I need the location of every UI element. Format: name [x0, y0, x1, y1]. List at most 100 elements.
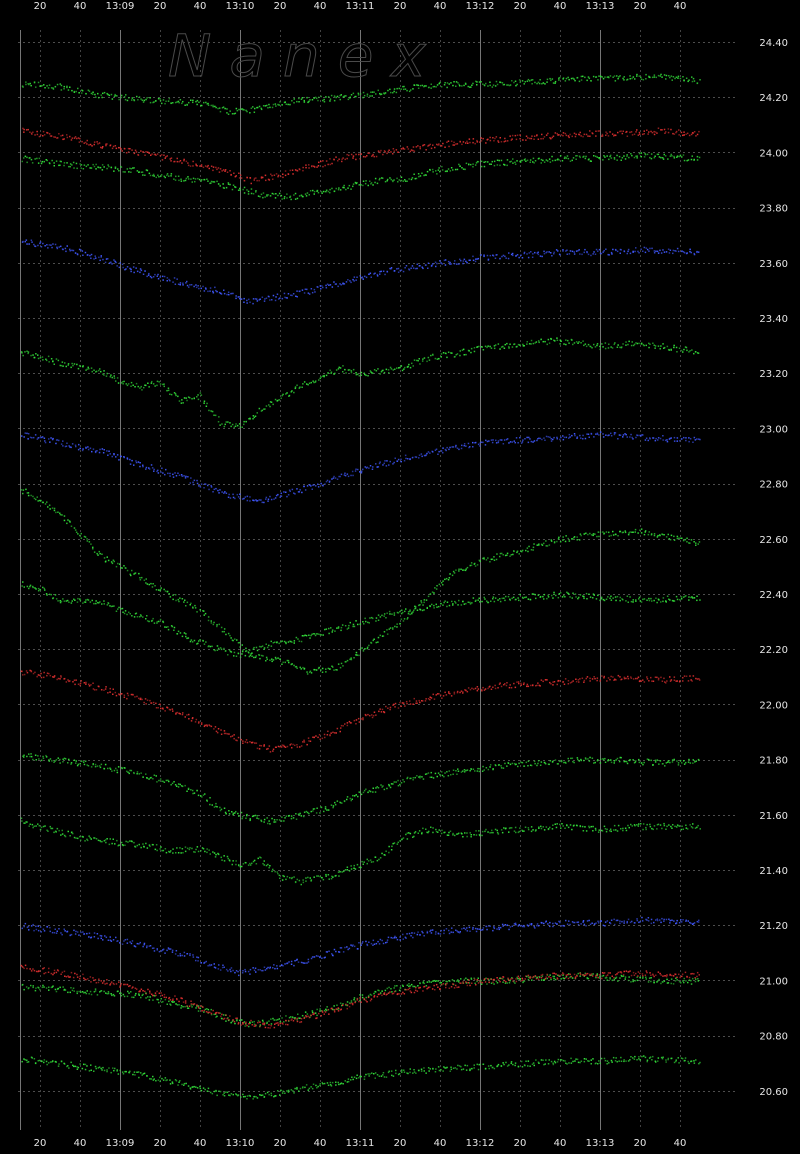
data-point — [364, 372, 366, 374]
data-point — [110, 769, 112, 771]
data-point — [431, 981, 433, 983]
data-point — [547, 595, 549, 597]
data-point — [361, 372, 363, 374]
data-point — [380, 784, 382, 786]
data-point — [432, 171, 434, 173]
data-point — [257, 650, 259, 652]
data-point — [502, 346, 504, 348]
data-point — [691, 539, 693, 541]
data-point — [617, 344, 619, 346]
data-point — [196, 287, 198, 289]
data-point — [534, 1065, 536, 1067]
data-point — [631, 601, 633, 603]
data-point — [451, 167, 453, 169]
data-point — [81, 533, 83, 535]
data-point — [648, 981, 650, 983]
data-point — [432, 591, 434, 593]
data-point — [31, 241, 33, 243]
data-point — [255, 657, 256, 659]
data-point — [364, 95, 366, 97]
data-point — [688, 761, 690, 763]
data-point — [70, 763, 72, 765]
data-point — [205, 102, 207, 104]
data-point — [433, 592, 435, 594]
data-point — [164, 782, 166, 784]
data-point — [66, 523, 68, 525]
data-point — [266, 657, 268, 659]
data-point — [472, 83, 474, 85]
data-point — [546, 436, 548, 438]
data-point — [229, 860, 231, 862]
data-point — [610, 596, 612, 598]
data-point — [41, 163, 43, 165]
data-point — [438, 169, 440, 171]
data-point — [485, 978, 487, 980]
data-point — [657, 980, 659, 982]
data-point — [293, 1092, 295, 1094]
data-point — [593, 155, 595, 157]
data-point — [264, 408, 266, 410]
data-point — [272, 404, 274, 406]
data-point — [458, 449, 460, 451]
data-point — [522, 762, 524, 764]
data-point — [654, 535, 656, 537]
data-point — [266, 644, 268, 646]
data-point — [86, 1065, 88, 1067]
data-point — [194, 1086, 196, 1088]
data-point — [113, 839, 115, 841]
data-point — [654, 533, 656, 535]
data-point — [147, 383, 149, 385]
data-point — [262, 1020, 264, 1022]
data-point — [238, 653, 240, 655]
data-point — [210, 646, 212, 648]
data-point — [524, 438, 526, 440]
data-point — [220, 185, 222, 187]
data-point — [400, 88, 402, 90]
data-point — [464, 769, 466, 771]
data-point — [272, 1018, 274, 1020]
data-point — [565, 80, 567, 82]
data-point — [343, 187, 345, 189]
data-point — [379, 1076, 381, 1078]
data-point — [472, 163, 474, 165]
data-point — [636, 1059, 638, 1061]
data-point — [85, 447, 87, 449]
data-point — [669, 599, 671, 601]
data-point — [456, 1068, 458, 1070]
data-point — [199, 1008, 201, 1010]
data-point — [258, 818, 260, 820]
data-point — [663, 823, 665, 825]
data-point — [588, 1060, 590, 1062]
data-point — [570, 758, 572, 760]
data-point — [43, 758, 45, 760]
data-point — [386, 369, 388, 371]
data-point — [238, 296, 240, 298]
data-point — [138, 573, 140, 575]
data-point — [178, 284, 180, 286]
data-point — [364, 374, 366, 376]
data-point — [441, 353, 443, 355]
data-point — [602, 433, 604, 435]
data-point — [508, 1064, 510, 1066]
data-point — [609, 977, 611, 979]
data-point — [230, 426, 232, 428]
data-point — [104, 557, 106, 559]
data-point — [293, 876, 295, 878]
data-point — [188, 637, 190, 639]
data-point — [614, 760, 616, 762]
data-point — [275, 197, 277, 199]
data-point — [629, 531, 631, 533]
data-point — [95, 168, 97, 170]
data-point — [348, 99, 350, 101]
data-point — [399, 1073, 401, 1075]
data-point — [392, 783, 394, 785]
data-point — [377, 641, 379, 643]
data-point — [234, 498, 236, 500]
data-point — [483, 349, 485, 351]
data-point — [478, 161, 480, 163]
data-point — [482, 766, 484, 768]
data-point — [407, 617, 409, 619]
data-point — [114, 375, 116, 377]
data-point — [409, 614, 411, 616]
data-point — [160, 383, 162, 385]
